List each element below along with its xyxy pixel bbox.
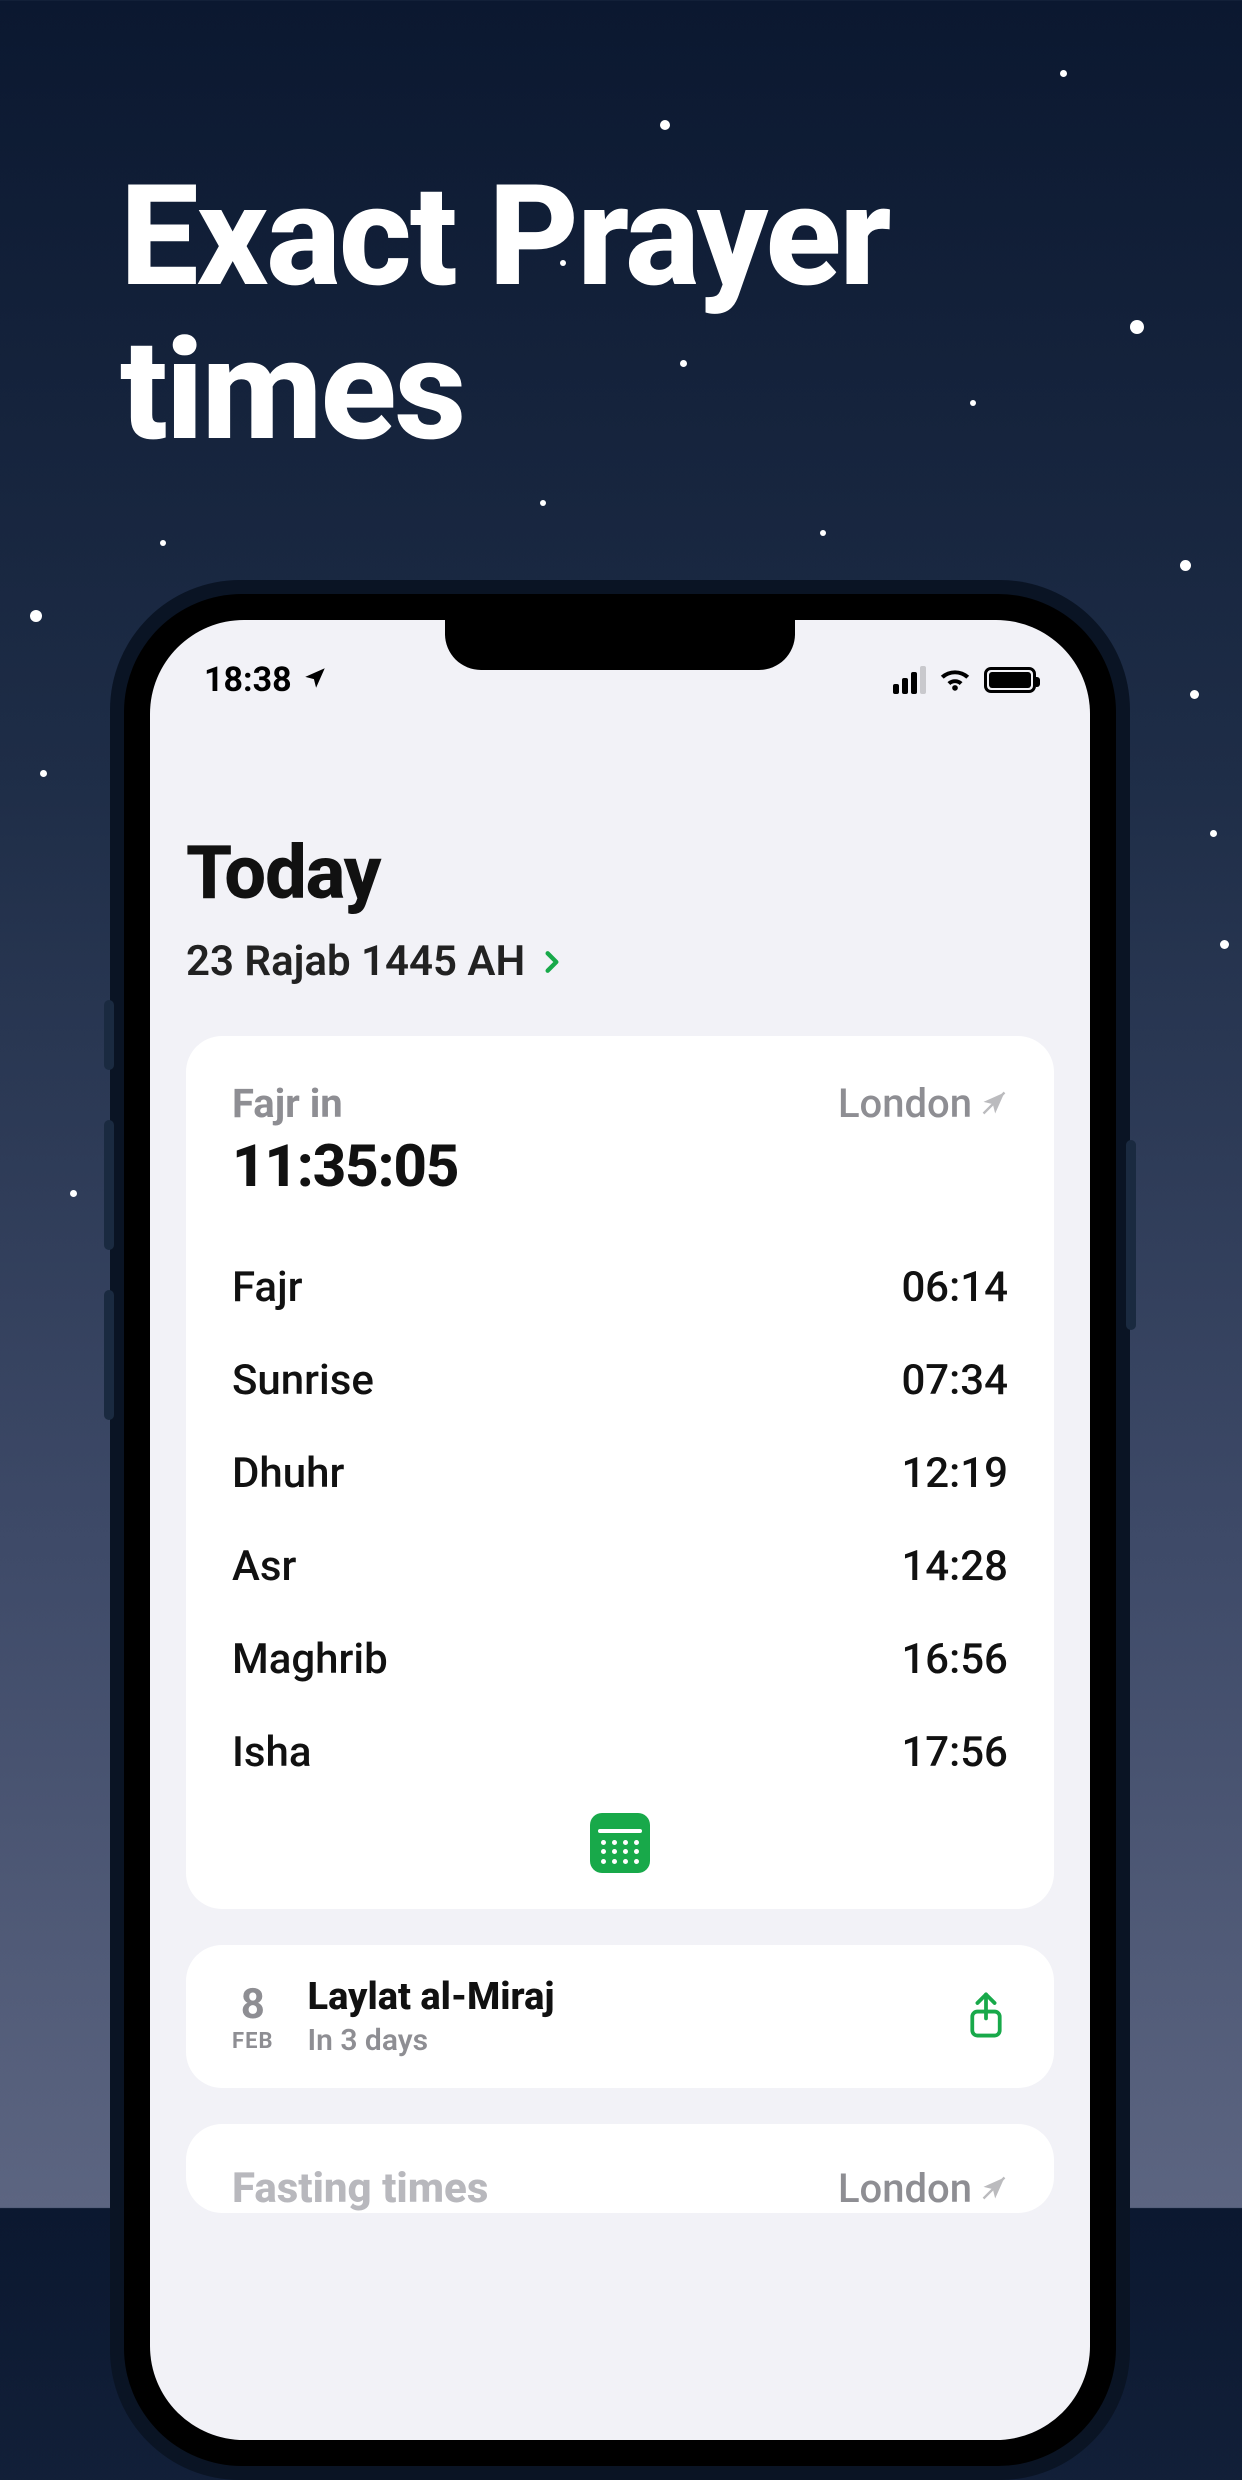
event-month: FEB bbox=[232, 2029, 274, 2054]
phone-mute-switch bbox=[104, 1000, 114, 1070]
prayer-name: Fajr bbox=[232, 1263, 302, 1312]
event-countdown: In 3 days bbox=[308, 2023, 931, 2058]
phone-volume-down bbox=[104, 1290, 114, 1420]
wifi-icon bbox=[938, 660, 972, 700]
calendar-button[interactable] bbox=[590, 1813, 650, 1873]
prayer-time: 16:56 bbox=[901, 1635, 1008, 1684]
prayer-times-card: Fajr in 11:35:05 London Fajr bbox=[186, 1036, 1054, 1909]
next-prayer-label: Fajr in bbox=[232, 1080, 458, 1127]
fasting-title: Fasting times bbox=[232, 2164, 488, 2213]
location-button[interactable]: London bbox=[838, 1080, 1008, 1127]
event-day: 8 bbox=[232, 1980, 274, 2029]
phone-frame: 18:38 bbox=[110, 580, 1130, 2480]
battery-icon bbox=[984, 667, 1036, 693]
prayer-time: 06:14 bbox=[901, 1263, 1008, 1312]
phone-power-button bbox=[1126, 1140, 1136, 1330]
phone-notch bbox=[445, 620, 795, 670]
page-title: Today bbox=[186, 830, 1054, 917]
fasting-location-label: London bbox=[838, 2165, 972, 2212]
share-icon bbox=[964, 1991, 1008, 2039]
prayer-row-asr[interactable]: Asr 14:28 bbox=[232, 1520, 1008, 1613]
prayer-row-dhuhr[interactable]: Dhuhr 12:19 bbox=[232, 1427, 1008, 1520]
cellular-signal-icon bbox=[893, 666, 926, 694]
fasting-location: London bbox=[838, 2165, 1008, 2212]
event-date: 8 FEB bbox=[232, 1980, 274, 2054]
prayer-name: Asr bbox=[232, 1542, 296, 1591]
headline-line-2: times bbox=[120, 314, 889, 468]
prayer-row-fajr[interactable]: Fajr 06:14 bbox=[232, 1241, 1008, 1334]
phone-volume-up bbox=[104, 1120, 114, 1250]
location-off-icon bbox=[980, 2165, 1008, 2212]
prayer-row-maghrib[interactable]: Maghrib 16:56 bbox=[232, 1613, 1008, 1706]
prayer-time: 07:34 bbox=[901, 1356, 1008, 1405]
prayer-row-sunrise[interactable]: Sunrise 07:34 bbox=[232, 1334, 1008, 1427]
status-time: 18:38 bbox=[204, 660, 292, 700]
prayer-row-isha[interactable]: Isha 17:56 bbox=[232, 1706, 1008, 1799]
event-name: Laylat al-Miraj bbox=[308, 1975, 931, 2019]
marketing-headline: Exact Prayer times bbox=[120, 160, 889, 468]
headline-line-1: Exact Prayer bbox=[120, 160, 889, 314]
prayer-name: Dhuhr bbox=[232, 1449, 344, 1498]
hijri-date-label: 23 Rajab 1445 AH bbox=[186, 937, 525, 986]
prayer-time: 14:28 bbox=[901, 1542, 1008, 1591]
next-prayer-countdown: 11:35:05 bbox=[232, 1133, 458, 1201]
location-off-icon bbox=[980, 1080, 1008, 1127]
chevron-right-icon bbox=[539, 937, 565, 986]
prayer-time: 12:19 bbox=[901, 1449, 1008, 1498]
prayer-name: Sunrise bbox=[232, 1356, 374, 1405]
upcoming-event-card[interactable]: 8 FEB Laylat al-Miraj In 3 days bbox=[186, 1945, 1054, 2088]
fasting-times-card[interactable]: Fasting times London bbox=[186, 2124, 1054, 2213]
location-label: London bbox=[838, 1080, 972, 1127]
hijri-date-button[interactable]: 23 Rajab 1445 AH bbox=[186, 937, 1054, 986]
prayer-name: Isha bbox=[232, 1728, 312, 1777]
prayer-list: Fajr 06:14 Sunrise 07:34 Dhuhr 12:19 A bbox=[232, 1241, 1008, 1799]
location-arrow-icon bbox=[302, 660, 328, 700]
prayer-time: 17:56 bbox=[901, 1728, 1008, 1777]
prayer-name: Maghrib bbox=[232, 1635, 388, 1684]
share-button[interactable] bbox=[964, 1991, 1008, 2043]
